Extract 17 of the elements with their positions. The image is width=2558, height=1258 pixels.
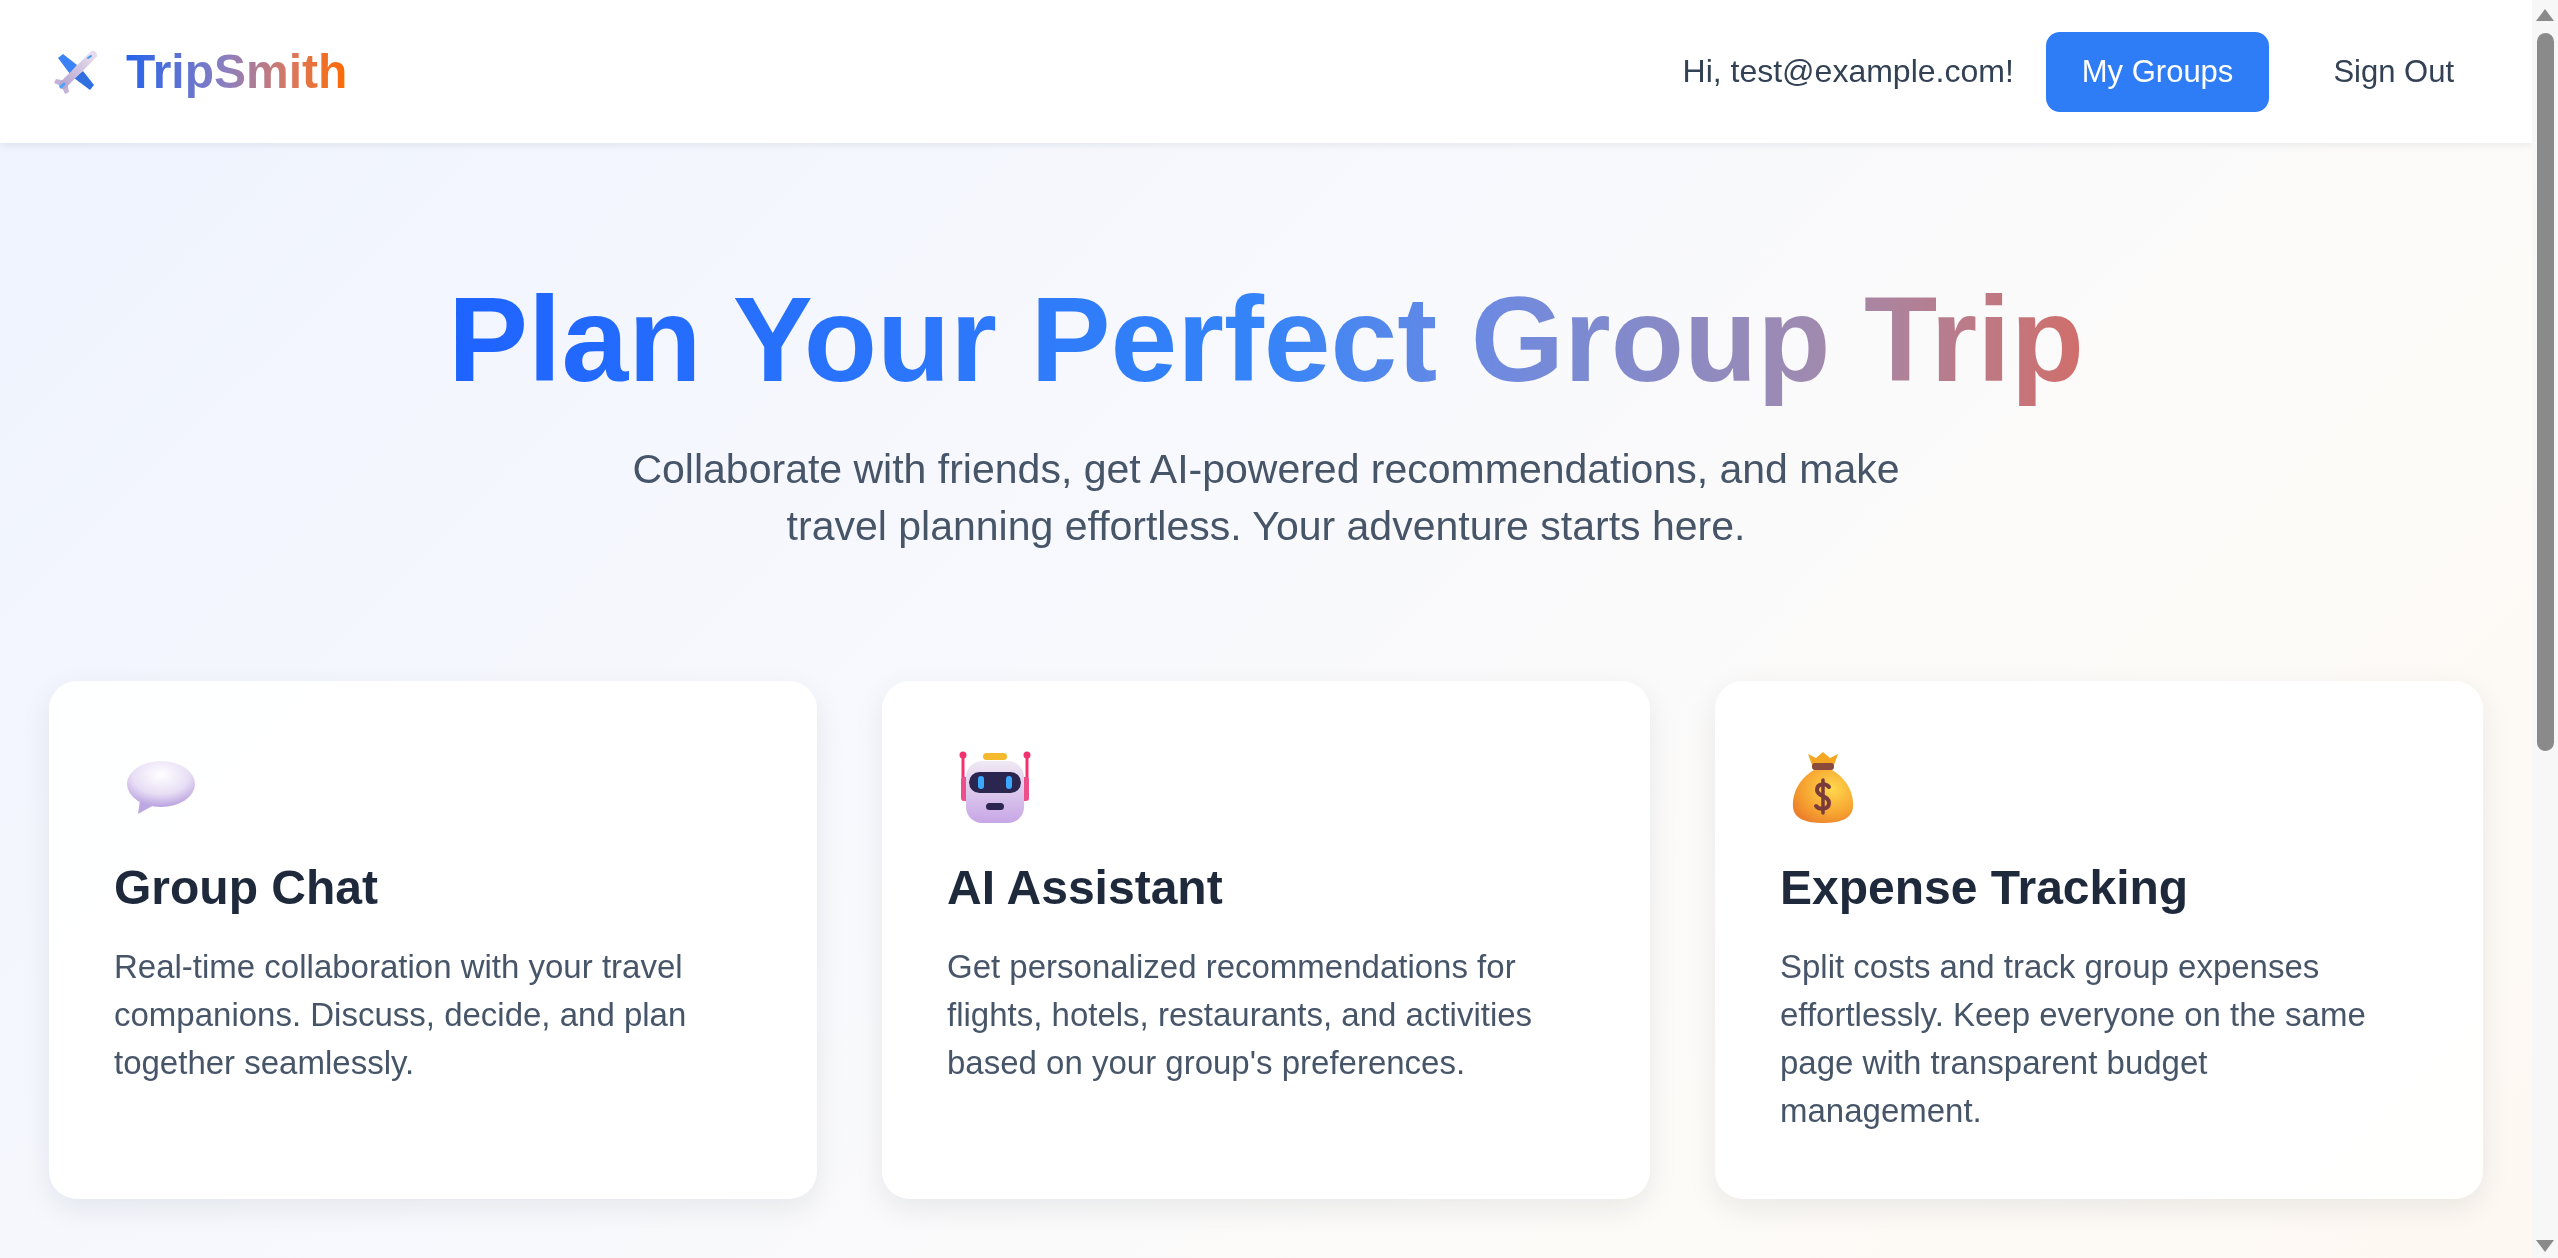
my-groups-button[interactable]: My Groups (2045, 31, 2270, 112)
speech-bubble-icon (126, 760, 196, 814)
greeting-text: Hi, test@example.com! (1682, 53, 2014, 90)
feature-description: Get personalized recommendations for flights, hotels, restaurants, and activities based on your group's preferences. (947, 947, 1534, 1083)
feature-title: Group Chat (114, 860, 379, 916)
feature-title: Expense Tracking (1780, 860, 2190, 916)
money-bag-icon (1792, 751, 1854, 823)
feature-description: Real-time collaboration with your travel companions. Discuss, decide, and plan together seamlessly. (114, 947, 688, 1083)
scrollbar-thumb[interactable] (2536, 33, 2554, 751)
robot-icon (959, 751, 1031, 823)
sign-out-button[interactable]: Sign Out (2297, 31, 2490, 112)
feature-description: Split costs and track group expenses effortlessly. Keep everyone on the same page with transparent budget management. (1780, 947, 2367, 1131)
scroll-down-icon[interactable] (2536, 1240, 2554, 1252)
hero-subtitle: Collaborate with friends, get AI-powered recommendations, and make travel planning effortless. Your adventure starts here. (631, 445, 1901, 551)
scroll-up-icon[interactable] (2536, 9, 2554, 21)
feature-title: AI Assistant (947, 860, 1224, 916)
scrollbar-track[interactable] (2532, 0, 2558, 1258)
